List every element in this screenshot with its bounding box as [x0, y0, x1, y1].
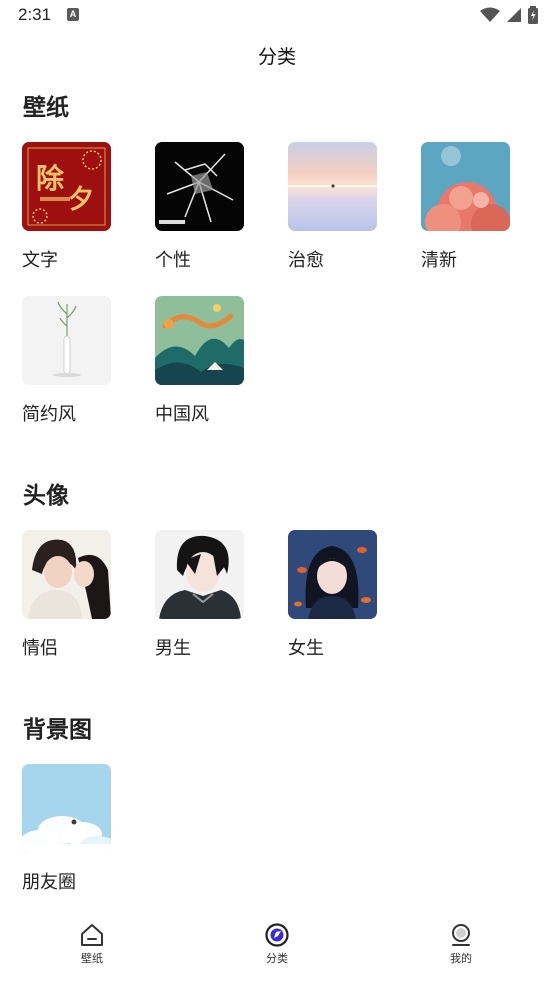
- nav-item-mine[interactable]: 我的: [421, 922, 501, 966]
- category-thumbnail: [22, 296, 111, 385]
- category-thumbnail: [22, 764, 111, 853]
- category-thumbnail: [421, 142, 510, 231]
- signal-icon: [507, 8, 521, 22]
- wifi-icon: [480, 7, 500, 22]
- category-thumbnail: 除 夕: [22, 142, 111, 231]
- category-tile-minimalist[interactable]: 简约风: [22, 296, 112, 425]
- nav-label: 我的: [450, 952, 472, 965]
- category-thumbnail: [288, 142, 377, 231]
- category-tile-text[interactable]: 除 夕 文字: [22, 142, 112, 271]
- category-thumbnail: [155, 142, 244, 231]
- category-label: 个性: [155, 250, 191, 271]
- category-tile-female[interactable]: 女生: [288, 530, 378, 659]
- section-title-avatar: 头像: [23, 483, 69, 509]
- bottom-nav: 壁纸 分类 我的: [0, 908, 554, 984]
- section-title-background: 背景图: [23, 717, 92, 743]
- category-tile-personality[interactable]: 个性: [155, 142, 245, 271]
- category-tile-healing[interactable]: 治愈: [288, 142, 378, 271]
- nav-label: 壁纸: [81, 952, 103, 965]
- category-label: 情侣: [22, 638, 58, 659]
- category-label: 中国风: [155, 404, 209, 425]
- nav-label: 分类: [266, 952, 288, 965]
- compass-icon: [265, 923, 289, 947]
- status-icons: [480, 6, 538, 24]
- category-tile-moments[interactable]: 朋友圈: [22, 764, 112, 893]
- nav-item-category[interactable]: 分类: [237, 922, 317, 966]
- battery-icon: [528, 6, 538, 24]
- category-thumbnail: [22, 530, 111, 619]
- category-tile-male[interactable]: 男生: [155, 530, 245, 659]
- category-label: 女生: [288, 638, 324, 659]
- nav-item-wallpaper[interactable]: 壁纸: [52, 922, 132, 966]
- svg-text:夕: 夕: [68, 185, 94, 215]
- category-label: 清新: [421, 250, 457, 271]
- category-thumbnail: [155, 296, 244, 385]
- category-tile-chinese-style[interactable]: 中国风: [155, 296, 245, 425]
- profile-icon: [452, 924, 470, 946]
- svg-text:除: 除: [36, 162, 65, 195]
- notification-a-icon: A: [67, 8, 79, 21]
- category-label: 治愈: [288, 250, 324, 271]
- category-tile-fresh[interactable]: 清新: [421, 142, 511, 271]
- category-label: 文字: [22, 250, 58, 271]
- category-thumbnail: [288, 530, 377, 619]
- category-label: 男生: [155, 638, 191, 659]
- section-title-wallpaper: 壁纸: [23, 95, 69, 121]
- category-label: 朋友圈: [22, 872, 76, 893]
- page-title: 分类: [257, 46, 296, 68]
- category-thumbnail: [155, 530, 244, 619]
- category-label: 简约风: [22, 404, 76, 425]
- home-icon: [81, 924, 103, 946]
- status-bar: 2:31 A: [0, 0, 554, 30]
- category-tile-couple[interactable]: 情侣: [22, 530, 112, 659]
- status-time: 2:31: [18, 5, 52, 24]
